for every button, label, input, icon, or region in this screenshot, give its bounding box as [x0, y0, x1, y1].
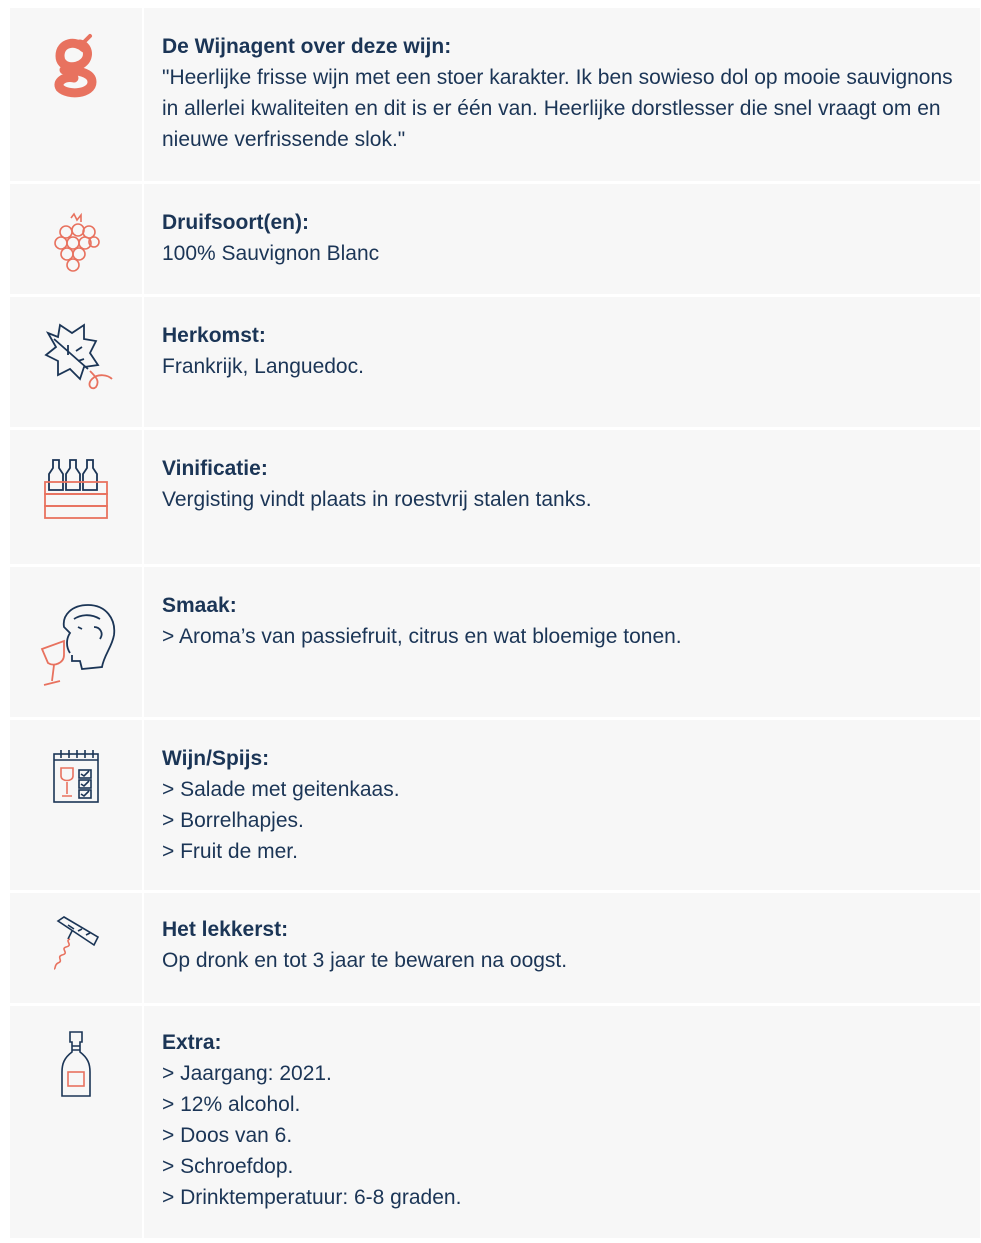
info-row-herkomst: Herkomst: Frankrijk, Languedoc.	[10, 294, 980, 427]
text-cell: Wijn/Spijs: > Salade met geitenkaas. > B…	[144, 720, 980, 890]
text-cell: Vinificatie: Vergisting vindt plaats in …	[144, 430, 980, 564]
row-line: > Fruit de mer.	[162, 840, 298, 863]
info-row-vinificatie: Vinificatie: Vergisting vindt plaats in …	[10, 427, 980, 564]
icon-cell	[10, 184, 144, 294]
row-label: Het lekkerst:	[162, 918, 289, 941]
row-line: Op dronk en tot 3 jaar te bewaren na oog…	[162, 949, 568, 972]
row-line: "Heerlijke frisse wijn met een stoer kar…	[162, 66, 953, 151]
row-label: Smaak:	[162, 594, 237, 617]
text-cell: Herkomst: Frankrijk, Languedoc.	[144, 297, 980, 427]
info-row-druifsoort: Druifsoort(en): 100% Sauvignon Blanc	[10, 181, 980, 294]
info-row-het-lekkerst: Het lekkerst: Op dronk en tot 3 jaar te …	[10, 890, 980, 1003]
row-label: Extra:	[162, 1031, 222, 1054]
row-label: De Wijnagent over deze wijn:	[162, 35, 452, 58]
row-label: Druifsoort(en):	[162, 211, 309, 234]
icon-cell	[10, 297, 144, 427]
icon-cell	[10, 893, 144, 1003]
tasting-head-icon	[40, 604, 116, 686]
text-cell: De Wijnagent over deze wijn: "Heerlijke …	[144, 8, 980, 181]
text-cell: Druifsoort(en): 100% Sauvignon Blanc	[144, 184, 980, 294]
icon-cell	[10, 8, 144, 181]
wine-bottle-icon	[61, 1031, 91, 1097]
row-line: > Drinktemperatuur: 6-8 graden.	[162, 1186, 462, 1209]
row-label: Wijn/Spijs:	[162, 747, 270, 770]
row-label: Vinificatie:	[162, 457, 268, 480]
row-line: > 12% alcohol.	[162, 1093, 301, 1116]
vine-leaf-icon	[44, 323, 113, 390]
icon-cell	[10, 567, 144, 717]
wijnagent-logo-icon	[54, 34, 97, 98]
row-label: Herkomst:	[162, 324, 266, 347]
row-line: Frankrijk, Languedoc.	[162, 355, 364, 378]
text-cell: Extra: > Jaargang: 2021. > 12% alcohol. …	[144, 1006, 980, 1238]
row-line: > Aroma’s van passiefruit, citrus en wat…	[162, 625, 682, 648]
icon-cell	[10, 430, 144, 564]
info-row-extra: Extra: > Jaargang: 2021. > 12% alcohol. …	[10, 1003, 980, 1238]
corkscrew-icon	[53, 916, 100, 970]
icon-cell	[10, 720, 144, 890]
wine-crate-icon	[44, 459, 108, 519]
row-line: Vergisting vindt plaats in roestvrij sta…	[162, 488, 592, 511]
info-row-wijnagent: De Wijnagent over deze wijn: "Heerlijke …	[10, 8, 980, 181]
info-row-smaak: Smaak: > Aroma’s van passiefruit, citrus…	[10, 564, 980, 717]
row-line: > Schroefdop.	[162, 1155, 294, 1178]
row-line: > Jaargang: 2021.	[162, 1062, 332, 1085]
row-line: 100% Sauvignon Blanc	[162, 242, 380, 265]
wine-info-table: De Wijnagent over deze wijn: "Heerlijke …	[10, 8, 980, 1238]
row-line: > Borrelhapjes.	[162, 809, 304, 832]
text-cell: Smaak: > Aroma’s van passiefruit, citrus…	[144, 567, 980, 717]
text-cell: Het lekkerst: Op dronk en tot 3 jaar te …	[144, 893, 980, 1003]
grapes-icon	[54, 212, 100, 272]
menu-card-icon	[53, 750, 99, 803]
row-line: > Salade met geitenkaas.	[162, 778, 400, 801]
info-row-wijn-spijs: Wijn/Spijs: > Salade met geitenkaas. > B…	[10, 717, 980, 890]
row-line: > Doos van 6.	[162, 1124, 293, 1147]
icon-cell	[10, 1006, 144, 1238]
